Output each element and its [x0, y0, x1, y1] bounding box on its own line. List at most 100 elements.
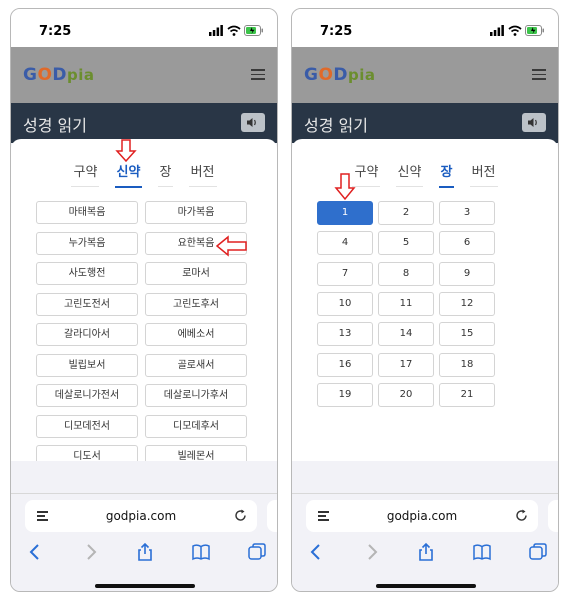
chapter-button[interactable]: 2 — [378, 201, 434, 225]
chapter-button[interactable]: 14 — [378, 322, 434, 347]
tab-new-testament[interactable]: 신약 — [114, 161, 143, 188]
chapter-button[interactable]: 12 — [439, 291, 495, 316]
wifi-icon — [227, 25, 241, 36]
book-button[interactable]: 빌레몬서 — [145, 445, 247, 461]
chapter-button[interactable]: 1 — [317, 201, 373, 225]
chapter-button[interactable]: 17 — [378, 352, 434, 377]
status-icons — [490, 25, 544, 37]
page-title: 성경 읽기 — [304, 116, 368, 135]
tab-chapter[interactable]: 장 — [438, 161, 455, 188]
selector-tabs: 구약 신약 장 버전 — [292, 161, 558, 188]
book-button[interactable]: 마태복음 — [36, 201, 138, 224]
status-time: 7:25 — [320, 24, 353, 39]
url-text: godpia.com — [105, 509, 177, 523]
home-indicator — [376, 584, 476, 588]
book-button[interactable]: 로마서 — [145, 262, 247, 285]
book-button[interactable]: 고린도후서 — [145, 292, 247, 316]
chapter-button[interactable]: 21 — [439, 382, 495, 407]
godpia-logo[interactable]: GODpia — [304, 65, 376, 85]
book-button[interactable]: 디모데전서 — [36, 414, 138, 438]
share-icon[interactable] — [135, 542, 155, 562]
speaker-icon — [247, 118, 256, 127]
book-button[interactable]: 데살로니가전서 — [36, 384, 138, 407]
forward-icon[interactable] — [362, 542, 382, 562]
chapter-button[interactable]: 7 — [317, 261, 373, 286]
book-button[interactable]: 골로새서 — [145, 353, 247, 377]
chapter-button[interactable]: 20 — [378, 382, 434, 407]
tabs-icon[interactable] — [247, 542, 267, 562]
chapter-button[interactable]: 13 — [317, 322, 373, 347]
hamburger-menu-icon[interactable] — [532, 69, 546, 80]
audio-button[interactable] — [522, 113, 546, 132]
bible-selector-sheet: 구약 신약 장 버전 마태복음 마가복음 누가복음 요한복음 사도행전 로마서 고린도전서 고… — [11, 139, 277, 461]
chapter-button[interactable]: 19 — [317, 382, 373, 407]
chapter-button[interactable]: 3 — [439, 201, 495, 225]
chapter-button[interactable]: 4 — [317, 231, 373, 256]
chapter-button[interactable]: 11 — [378, 291, 434, 316]
chapter-button[interactable]: 15 — [439, 322, 495, 347]
page-title: 성경 읽기 — [23, 116, 87, 135]
chapter-button[interactable]: 5 — [378, 231, 434, 256]
bible-selector-sheet: 구약 신약 장 버전 1 2 3 4 5 6 7 8 9 10 11 12 13 14 15 16 17 18 19… — [292, 139, 558, 461]
forward-icon[interactable] — [81, 542, 101, 562]
reload-icon[interactable] — [515, 509, 528, 522]
chapter-button[interactable]: 18 — [439, 352, 495, 377]
address-bar[interactable]: godpia.com — [306, 500, 538, 532]
book-button[interactable]: 디모데후서 — [145, 414, 247, 438]
title-bar: 성경 읽기 — [292, 103, 558, 143]
bookmarks-icon[interactable] — [472, 542, 492, 562]
annotation-arrow-down-icon — [334, 173, 356, 201]
address-bar[interactable]: godpia.com — [25, 500, 257, 532]
book-button[interactable]: 디도서 — [36, 445, 138, 461]
chapter-button[interactable]: 8 — [378, 261, 434, 286]
book-button[interactable]: 고린도전서 — [36, 292, 138, 316]
tab-old-testament[interactable]: 구약 — [352, 161, 381, 187]
book-button[interactable]: 갈라디아서 — [36, 323, 138, 346]
site-header: GODpia — [292, 47, 558, 103]
wifi-icon — [508, 25, 522, 36]
tab-chapter[interactable]: 장 — [157, 161, 174, 187]
bookmarks-icon[interactable] — [191, 542, 211, 562]
godpia-logo[interactable]: GODpia — [23, 65, 95, 85]
hamburger-menu-icon[interactable] — [251, 69, 265, 80]
battery-icon — [244, 25, 263, 36]
browser-toolbar — [292, 540, 558, 566]
chapter-button[interactable]: 9 — [439, 261, 495, 286]
status-time: 7:25 — [39, 24, 72, 39]
annotation-arrow-down-icon — [115, 139, 137, 163]
phone-screen-left: 7:25 GODpia 성경 읽기 구약 신약 장 버전 마태복음 마가복음 누… — [10, 8, 278, 592]
battery-icon — [525, 25, 544, 36]
signal-icon — [209, 25, 223, 36]
share-icon[interactable] — [416, 542, 436, 562]
book-button[interactable]: 누가복음 — [36, 231, 138, 255]
next-tab-peek[interactable] — [267, 500, 277, 532]
tab-version[interactable]: 버전 — [469, 161, 498, 187]
tabs-icon[interactable] — [528, 542, 548, 562]
next-tab-peek[interactable] — [548, 500, 558, 532]
tab-version[interactable]: 버전 — [188, 161, 217, 187]
tab-old-testament[interactable]: 구약 — [71, 161, 100, 187]
home-indicator — [95, 584, 195, 588]
annotation-arrow-left-icon — [216, 235, 247, 257]
tab-new-testament[interactable]: 신약 — [395, 161, 424, 187]
back-icon[interactable] — [306, 542, 326, 562]
status-bar: 7:25 — [11, 9, 277, 47]
reload-icon[interactable] — [234, 509, 247, 522]
chapter-button[interactable]: 6 — [439, 231, 495, 256]
browser-bar: godpia.com — [292, 493, 558, 591]
audio-button[interactable] — [241, 113, 265, 132]
book-button[interactable]: 빌립보서 — [36, 353, 138, 377]
chapter-button[interactable]: 16 — [317, 352, 373, 377]
book-button[interactable]: 에베소서 — [145, 323, 247, 346]
status-icons — [209, 25, 263, 37]
browser-bar: godpia.com — [11, 493, 277, 591]
chapter-button[interactable]: 10 — [317, 291, 373, 316]
selector-tabs: 구약 신약 장 버전 — [11, 161, 277, 188]
book-button[interactable]: 데살로니가후서 — [145, 384, 247, 407]
book-button[interactable]: 마가복음 — [145, 201, 247, 224]
status-bar: 7:25 — [292, 9, 558, 47]
back-icon[interactable] — [25, 542, 45, 562]
chapter-grid: 1 2 3 4 5 6 7 8 9 10 11 12 13 14 15 16 17 18 19 20 21 — [317, 201, 497, 411]
title-bar: 성경 읽기 — [11, 103, 277, 143]
book-button[interactable]: 사도행전 — [36, 262, 138, 285]
